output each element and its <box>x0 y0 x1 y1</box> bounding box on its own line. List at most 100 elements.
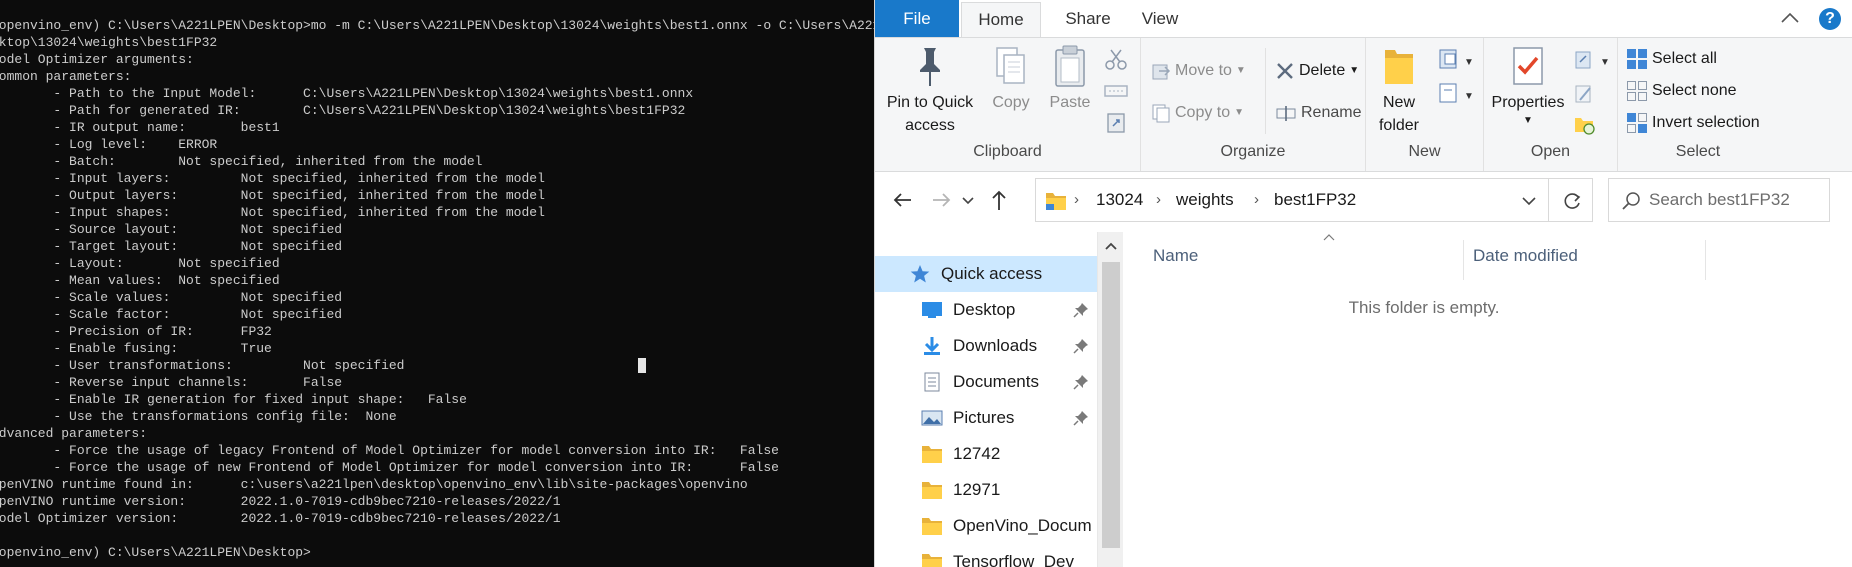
nav-item-desktop[interactable]: Desktop <box>875 292 1097 328</box>
pin-icon <box>920 48 940 86</box>
breadcrumb-best1fp32[interactable]: best1FP32 <box>1274 179 1356 221</box>
nav-item-quick-access[interactable]: Quick access <box>875 256 1097 292</box>
terminal-window[interactable]: (openvino_env) C:\Users\A221LPEN\Desktop… <box>0 0 874 567</box>
invert-selection-button[interactable]: Invert selection <box>1626 110 1760 136</box>
tab-home[interactable]: Home <box>961 2 1041 38</box>
properties-dropdown-icon[interactable]: ▼ <box>1488 115 1568 127</box>
pin-icon[interactable] <box>1073 410 1089 426</box>
nav-item-pictures[interactable]: Pictures <box>875 400 1097 436</box>
terminal-line: - Source layout: Not specified <box>0 222 343 237</box>
select-none-label: Select none <box>1652 82 1737 99</box>
breadcrumb-separator-icon[interactable]: › <box>1254 179 1259 221</box>
nav-item-openvino-docum[interactable]: OpenVino_Docum <box>875 508 1097 544</box>
breadcrumb-separator-icon[interactable]: › <box>1074 179 1079 221</box>
pin-icon[interactable] <box>1073 302 1089 318</box>
properties-icon <box>1513 47 1543 85</box>
tab-file[interactable]: File <box>875 0 959 37</box>
select-all-label: Select all <box>1652 50 1717 67</box>
nav-item-downloads[interactable]: Downloads <box>875 328 1097 364</box>
delete-label: Delete <box>1299 62 1346 80</box>
column-divider[interactable] <box>1463 240 1464 280</box>
rename-button[interactable]: Rename <box>1275 100 1361 126</box>
navigation-pane-scrollbar[interactable] <box>1097 232 1123 567</box>
terminal-line: - Input layers: Not specified, inherited… <box>0 171 545 186</box>
paste-shortcut-icon[interactable] <box>1105 110 1129 134</box>
terminal-line: - IR output name: best1 <box>0 120 280 135</box>
nav-label-tensorflow-dev: Tensorflow_Dev <box>953 552 1074 567</box>
pin-to-quick-access-button[interactable]: Pin to Quick access <box>881 44 979 136</box>
breadcrumb-separator-icon[interactable]: › <box>1156 179 1161 221</box>
search-input[interactable] <box>1649 179 1827 221</box>
terminal-line: - Enable fusing: True <box>0 341 272 356</box>
select-all-button[interactable]: Select all <box>1626 46 1717 72</box>
up-button[interactable] <box>985 186 1013 214</box>
tab-share[interactable]: Share <box>1051 0 1125 37</box>
ribbon-tab-bar: File Home Share View ? <box>875 0 1852 38</box>
select-none-button[interactable]: Select none <box>1626 78 1737 104</box>
terminal-line: (openvino_env) C:\Users\A221LPEN\Desktop… <box>0 18 874 33</box>
easy-access-icon[interactable]: ▼ <box>1436 82 1476 106</box>
nav-item-tensorflow-dev[interactable]: Tensorflow_Dev <box>875 544 1097 567</box>
back-arrow-icon <box>893 193 911 207</box>
pin-icon[interactable] <box>1073 374 1089 390</box>
pin-label-line2: access <box>905 117 955 134</box>
select-group-label: Select <box>1675 143 1721 160</box>
text-cursor <box>638 358 646 373</box>
terminal-line: - Use the transformations config file: N… <box>0 409 397 424</box>
file-list-pane[interactable]: Name Date modified This folder is empty. <box>1129 232 1852 567</box>
pin-icon[interactable] <box>1073 338 1089 354</box>
column-header-name[interactable]: Name <box>1153 240 1198 272</box>
cut-icon[interactable] <box>1103 48 1129 70</box>
recent-locations-button[interactable] <box>959 186 977 214</box>
copy-path-icon[interactable] <box>1103 80 1129 100</box>
svg-text:▼: ▼ <box>1464 91 1474 102</box>
help-button[interactable]: ? <box>1819 8 1841 30</box>
delete-button[interactable]: Delete ▼ <box>1275 58 1359 84</box>
terminal-line: Common parameters: <box>0 69 132 84</box>
edit-icon[interactable] <box>1572 82 1596 106</box>
forward-button[interactable] <box>927 186 955 214</box>
properties-button[interactable]: Properties ▼ <box>1488 44 1568 127</box>
paste-button[interactable]: Paste <box>1041 44 1099 113</box>
terminal-line: Advanced parameters: <box>0 426 148 441</box>
select-group: Select all Select none Invert selection … <box>1618 38 1778 171</box>
copy-button[interactable]: Copy <box>983 44 1039 113</box>
navigation-pane: Quick access Desktop Downloads Documents… <box>875 232 1097 567</box>
open-icon[interactable]: ▼ <box>1572 48 1612 72</box>
document-icon <box>924 372 940 392</box>
collapse-ribbon-icon[interactable] <box>1779 8 1801 28</box>
history-icon[interactable] <box>1572 112 1596 136</box>
new-folder-button[interactable]: New folder <box>1372 44 1426 136</box>
breadcrumb-13024[interactable]: 13024 <box>1096 179 1143 221</box>
desktop-icon <box>922 302 942 318</box>
scrollbar-thumb[interactable] <box>1102 262 1120 548</box>
nav-label-documents: Documents <box>953 372 1039 391</box>
move-to-button[interactable]: Move to ▼ <box>1151 58 1246 84</box>
delete-icon <box>1277 63 1293 79</box>
nav-item-12742[interactable]: 12742 <box>875 436 1097 472</box>
tab-view[interactable]: View <box>1129 0 1191 37</box>
copy-to-button[interactable]: Copy to ▼ <box>1151 100 1244 126</box>
column-divider[interactable] <box>1705 240 1706 280</box>
terminal-line: - Enable IR generation for fixed input s… <box>0 392 467 407</box>
terminal-line: Model Optimizer arguments: <box>0 52 194 67</box>
forward-arrow-icon <box>933 193 951 207</box>
navigation-bar: › 13024 › weights › best1FP32 <box>875 172 1852 232</box>
terminal-line: - Target layout: Not specified <box>0 239 343 254</box>
nav-item-12971[interactable]: 12971 <box>875 472 1097 508</box>
address-dropdown-icon[interactable] <box>1520 192 1538 210</box>
back-button[interactable] <box>889 186 917 214</box>
terminal-line: - Precision of IR: FP32 <box>0 324 272 339</box>
nav-item-documents[interactable]: Documents <box>875 364 1097 400</box>
folder-icon <box>922 554 942 567</box>
breadcrumb-weights[interactable]: weights <box>1176 179 1234 221</box>
organize-divider <box>1265 48 1266 134</box>
scroll-up-icon[interactable] <box>1103 240 1119 252</box>
search-box <box>1608 178 1830 222</box>
refresh-button[interactable] <box>1549 178 1593 222</box>
column-header-date-modified[interactable]: Date modified <box>1473 240 1578 272</box>
terminal-line: - Log level: ERROR <box>0 137 218 152</box>
address-bar[interactable]: › 13024 › weights › best1FP32 <box>1035 178 1549 222</box>
new-item-icon[interactable]: ▼ <box>1436 48 1476 72</box>
